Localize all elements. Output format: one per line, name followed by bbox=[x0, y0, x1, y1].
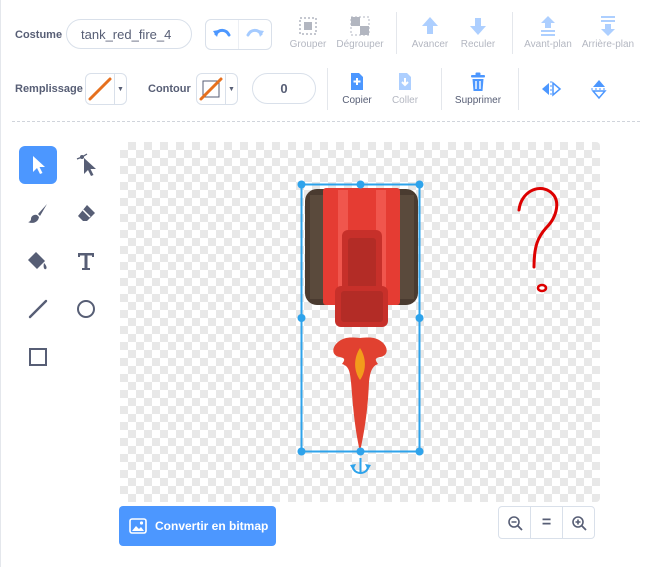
backward-button[interactable]: Reculer bbox=[458, 15, 498, 50]
backward-label: Reculer bbox=[460, 39, 496, 50]
copy-icon bbox=[346, 71, 368, 93]
forward-icon bbox=[419, 15, 441, 37]
back-label: Arrière-plan bbox=[581, 39, 635, 50]
divider bbox=[327, 68, 328, 110]
fill-swatch bbox=[86, 74, 115, 104]
outline-swatch bbox=[197, 74, 226, 104]
resize-handle[interactable] bbox=[415, 180, 424, 189]
delete-button[interactable]: Supprimer bbox=[452, 71, 504, 106]
flip-vertical-icon bbox=[588, 78, 610, 100]
fill-tool[interactable] bbox=[19, 242, 57, 280]
reshape-tool[interactable] bbox=[67, 146, 105, 184]
divider bbox=[396, 12, 397, 54]
zoom-in-button[interactable] bbox=[562, 507, 594, 538]
back-icon bbox=[597, 15, 619, 37]
resize-handle[interactable] bbox=[415, 314, 424, 322]
line-icon bbox=[28, 299, 48, 319]
rotate-handle[interactable] bbox=[350, 458, 371, 474]
costume-name-input[interactable]: tank_red_fire_4 bbox=[66, 19, 192, 49]
back-button[interactable]: Arrière-plan bbox=[580, 15, 636, 50]
text-icon bbox=[78, 253, 94, 270]
paste-label: Coller bbox=[391, 95, 419, 106]
trash-icon bbox=[467, 71, 489, 93]
text-tool[interactable] bbox=[67, 242, 105, 280]
eraser-icon bbox=[78, 205, 95, 221]
zoom-reset-label: = bbox=[541, 513, 552, 531]
front-icon bbox=[537, 15, 559, 37]
drawing-canvas[interactable] bbox=[120, 142, 600, 502]
outline-label: Contour bbox=[148, 83, 191, 95]
convert-to-bitmap-button[interactable]: Convertir en bitmap bbox=[119, 506, 276, 546]
line-tool[interactable] bbox=[19, 290, 57, 328]
flip-horizontal-icon bbox=[540, 78, 562, 100]
paint-bucket-icon bbox=[28, 252, 47, 270]
resize-handle[interactable] bbox=[297, 314, 306, 322]
select-tool[interactable] bbox=[19, 146, 57, 184]
redo-icon bbox=[246, 28, 264, 37]
convert-label: Convertir en bitmap bbox=[155, 519, 269, 533]
zoom-in-icon bbox=[571, 515, 587, 531]
chevron-down-icon: ▼ bbox=[228, 85, 235, 93]
group-icon bbox=[297, 15, 319, 37]
arrow-select-icon bbox=[33, 156, 45, 174]
backward-icon bbox=[467, 15, 489, 37]
rectangle-tool[interactable] bbox=[19, 338, 57, 376]
copy-button[interactable]: Copier bbox=[338, 71, 376, 106]
fill-label: Remplissage bbox=[15, 83, 83, 95]
question-mark-doodle bbox=[517, 186, 559, 293]
undo-icon bbox=[213, 28, 231, 37]
outline-color-picker[interactable]: ▼ bbox=[196, 73, 238, 105]
paste-icon bbox=[394, 71, 416, 93]
divider bbox=[518, 68, 519, 110]
outline-width-input[interactable]: 0 bbox=[252, 73, 316, 104]
flame-sprite bbox=[333, 337, 387, 452]
flip-vertical-button[interactable] bbox=[588, 78, 610, 100]
toolbar-divider bbox=[12, 121, 640, 122]
tank-sprite[interactable] bbox=[305, 188, 418, 327]
circle-icon bbox=[77, 300, 95, 318]
forward-label: Avancer bbox=[411, 39, 449, 50]
undo-redo-group bbox=[205, 19, 272, 50]
forward-button[interactable]: Avancer bbox=[410, 15, 450, 50]
reshape-icon bbox=[76, 153, 96, 176]
flip-horizontal-button[interactable] bbox=[540, 78, 562, 100]
divider bbox=[512, 12, 513, 54]
group-button[interactable]: Grouper bbox=[288, 15, 328, 50]
fill-color-picker[interactable]: ▼ bbox=[85, 73, 127, 105]
resize-handle[interactable] bbox=[415, 447, 424, 456]
ungroup-button[interactable]: Dégrouper bbox=[336, 15, 384, 50]
resize-handle[interactable] bbox=[297, 180, 306, 189]
zoom-out-icon bbox=[507, 515, 523, 531]
chevron-down-icon: ▼ bbox=[117, 85, 124, 93]
paste-button[interactable]: Coller bbox=[386, 71, 424, 106]
resize-handle[interactable] bbox=[356, 180, 365, 189]
circle-tool[interactable] bbox=[67, 290, 105, 328]
copy-label: Copier bbox=[342, 95, 372, 106]
undo-button[interactable] bbox=[206, 20, 238, 49]
resize-handle[interactable] bbox=[356, 447, 365, 456]
ungroup-icon bbox=[349, 15, 371, 37]
brush-icon bbox=[28, 204, 47, 223]
zoom-reset-button[interactable]: = bbox=[530, 507, 562, 538]
front-label: Avant-plan bbox=[524, 39, 572, 50]
delete-label: Supprimer bbox=[454, 95, 502, 106]
resize-handle[interactable] bbox=[297, 447, 306, 456]
image-icon bbox=[129, 518, 147, 534]
redo-button[interactable] bbox=[238, 20, 271, 49]
rectangle-icon bbox=[29, 348, 47, 366]
left-border bbox=[0, 0, 1, 567]
divider bbox=[441, 68, 442, 110]
front-button[interactable]: Avant-plan bbox=[524, 15, 572, 50]
group-label: Grouper bbox=[289, 39, 327, 50]
zoom-controls: = bbox=[498, 506, 595, 539]
costume-label: Costume bbox=[15, 29, 63, 41]
eraser-tool[interactable] bbox=[67, 194, 105, 232]
zoom-out-button[interactable] bbox=[499, 507, 530, 538]
brush-tool[interactable] bbox=[19, 194, 57, 232]
ungroup-label: Dégrouper bbox=[336, 39, 384, 50]
